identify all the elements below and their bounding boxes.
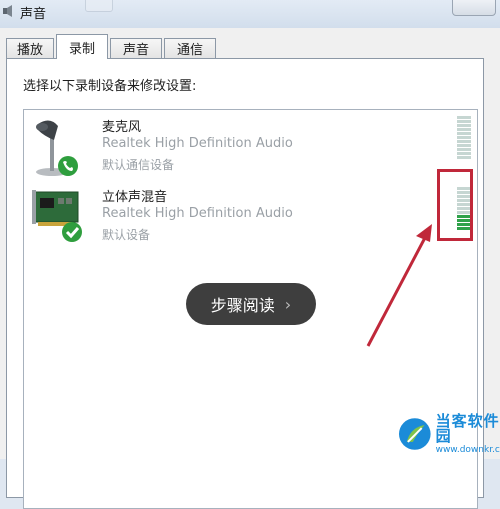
level-meter-segment [457, 132, 471, 135]
level-meter-segment [457, 152, 471, 155]
watermark: 当客软件园 www.downkr.com [398, 411, 500, 455]
level-meter-segment [457, 128, 471, 131]
tab-sounds[interactable]: 声音 [110, 38, 162, 58]
watermark-title: 当客软件园 [435, 411, 500, 445]
title-bar: 声音 [0, 0, 500, 28]
tab-label: 通信 [176, 43, 203, 58]
level-meter-segment [457, 144, 471, 147]
level-meter-segment [457, 140, 471, 143]
tab-playback[interactable]: 播放 [6, 38, 54, 58]
downkr-logo-icon [398, 418, 431, 450]
maximize-button[interactable] [85, 0, 113, 12]
tab-label: 录制 [68, 41, 95, 57]
tab-label: 声音 [122, 43, 149, 58]
level-meter-segment [457, 124, 471, 127]
chevron-right-icon: › [284, 294, 292, 314]
device-name: 麦克风 [102, 120, 142, 135]
instruction-text: 选择以下录制设备来修改设置: [23, 79, 197, 94]
level-meter-segment [457, 156, 471, 159]
device-status: 默认设备 [102, 228, 151, 242]
level-meter [457, 116, 471, 160]
step-reading-button[interactable]: 步骤阅读 › [186, 283, 316, 325]
tab-communications[interactable]: 通信 [164, 38, 216, 58]
sound-card-icon [32, 190, 82, 242]
microphone-icon [36, 120, 78, 176]
device-item-microphone[interactable]: 麦克风 Realtek High Definition Audio 默认通信设备 [24, 116, 464, 182]
watermark-url: www.downkr.com [435, 444, 500, 455]
tab-recording[interactable]: 录制 [56, 34, 108, 59]
device-driver: Realtek High Definition Audio [102, 206, 293, 221]
device-driver: Realtek High Definition Audio [102, 136, 293, 151]
close-button[interactable] [452, 0, 496, 16]
window-title: 声音 [20, 7, 47, 22]
device-item-stereo-mix[interactable]: 立体声混音 Realtek High Definition Audio 默认设备 [24, 186, 464, 252]
step-reading-label: 步骤阅读 [210, 296, 275, 315]
tab-label: 播放 [16, 43, 43, 58]
level-meter-segment [457, 148, 471, 151]
level-meter-segment [457, 136, 471, 139]
level-meter-segment [457, 120, 471, 123]
highlight-box [437, 169, 473, 241]
device-name: 立体声混音 [102, 190, 168, 205]
speaker-icon [3, 5, 12, 17]
device-status: 默认通信设备 [102, 158, 175, 172]
dialog-body: 播放 录制 声音 通信 选择以下录制设备来修改设置: 麦克风 Realtek H… [0, 28, 500, 509]
level-meter-segment [457, 116, 471, 119]
